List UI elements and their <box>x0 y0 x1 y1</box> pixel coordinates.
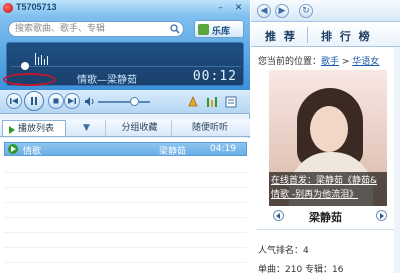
next-icon <box>68 98 76 104</box>
row-divider <box>4 247 247 248</box>
equalizer-icon[interactable] <box>205 95 219 109</box>
stop-icon <box>53 98 59 104</box>
breadcrumb-prefix: 您当前的位置： <box>258 57 322 67</box>
app-title: T5705713 <box>16 2 57 12</box>
pause-icon <box>31 97 37 105</box>
track-title: 情歌 <box>23 147 42 157</box>
row-divider <box>4 172 247 173</box>
row-divider <box>4 202 247 203</box>
back-button[interactable]: ◀ <box>257 4 271 18</box>
music-library-label: 乐库 <box>212 27 231 37</box>
seek-bar[interactable] <box>11 66 241 67</box>
tab-recommend[interactable]: 推 荐 <box>265 28 297 44</box>
volume-slider[interactable] <box>98 101 150 103</box>
playlist-tabs: 播放列表 ▼ 分组收藏 随便听听 <box>0 119 250 137</box>
spectrum-bar <box>38 57 39 65</box>
track-duration: 04:19 <box>210 144 236 154</box>
next-button[interactable] <box>64 93 80 109</box>
playing-icon <box>8 144 18 154</box>
breadcrumb-separator: > <box>339 57 353 67</box>
popularity-rank: 人气排名：4 <box>258 246 309 256</box>
artist-name: 梁静茹 <box>309 211 342 224</box>
search-box <box>8 21 184 37</box>
playback-controls <box>0 90 250 114</box>
browser-nav-bar: ◀ ▶ ↻ <box>251 0 400 22</box>
breadcrumb-link-category[interactable]: 华语女 <box>352 57 379 67</box>
spectrum-bar <box>47 56 48 65</box>
tab-random-listen[interactable]: 随便听听 <box>174 120 246 136</box>
tab-ranking[interactable]: 排 行 榜 <box>321 28 372 44</box>
browser-tabs: 推 荐 排 行 榜 <box>251 23 400 47</box>
tab-playlist[interactable]: 播放列表 <box>2 120 66 136</box>
breadcrumb: 您当前的位置：歌手 > 华语女 <box>258 54 379 67</box>
chevron-down-icon: ▼ <box>83 123 90 133</box>
play-icon <box>9 126 15 134</box>
playlist <box>0 138 250 273</box>
skin-icon[interactable] <box>186 95 200 109</box>
tab-playlist-label: 播放列表 <box>18 124 55 134</box>
music-browser-panel: ◀ ▶ ↻ 推 荐 排 行 榜 您当前的位置：歌手 > 华语女 在线首发：梁静茹… <box>251 0 400 275</box>
carousel-prev-icon[interactable] <box>273 210 284 221</box>
spectrum-bar <box>41 55 42 65</box>
spectrum-bar <box>35 53 36 65</box>
previous-button[interactable] <box>6 93 22 109</box>
track-artist: 梁静茹 <box>159 147 187 157</box>
carousel-next-icon[interactable] <box>376 210 387 221</box>
previous-icon <box>10 98 18 104</box>
title-bar[interactable]: T5705713 – ✕ <box>0 0 250 16</box>
search-icon[interactable] <box>170 24 180 34</box>
tab-divider <box>307 27 308 43</box>
lyrics-icon[interactable] <box>224 95 238 109</box>
play-time: 00:12 <box>192 69 237 84</box>
refresh-button[interactable]: ↻ <box>299 4 313 18</box>
music-player-window: T5705713 – ✕ 乐库 情歌—梁静茹 00:12 <box>0 0 250 273</box>
pause-button[interactable] <box>24 91 44 111</box>
row-divider <box>4 187 247 188</box>
row-divider <box>4 262 247 263</box>
volume-icon[interactable] <box>84 96 95 107</box>
breadcrumb-link-singer[interactable]: 歌手 <box>321 57 339 67</box>
row-divider <box>4 217 247 218</box>
search-input[interactable] <box>15 23 165 35</box>
scrollbar[interactable] <box>394 47 400 273</box>
banner-caption[interactable]: 在线首发：梁静茹《静茹& 情歌 -别再为他流泪》 <box>269 172 387 206</box>
table-row[interactable]: 情歌 梁静茹 04:19 <box>4 142 247 157</box>
featured-banner[interactable]: 在线首发：梁静茹《静茹& 情歌 -别再为他流泪》 <box>269 70 387 206</box>
playlist-menu-dropdown[interactable]: ▼ <box>68 120 106 136</box>
annotation-highlight-ring <box>3 73 56 86</box>
now-playing-title: 情歌—梁静茹 <box>77 75 137 86</box>
music-library-button[interactable]: 乐库 <box>194 20 244 38</box>
music-library-icon <box>198 24 209 35</box>
volume-knob[interactable] <box>129 97 139 106</box>
seek-knob[interactable] <box>21 62 29 70</box>
tab-grouped-favorites[interactable]: 分组收藏 <box>108 120 172 136</box>
stop-button[interactable] <box>48 93 64 109</box>
banner-caption-line1[interactable]: 在线首发：梁静茹《静茹& <box>271 174 385 188</box>
spectrum-bar <box>44 59 45 65</box>
song-album-count: 单曲：210 专辑：16 <box>258 265 344 275</box>
app-logo-icon <box>3 3 13 13</box>
artist-photo-face <box>310 106 348 152</box>
forward-button[interactable]: ▶ <box>275 4 289 18</box>
divider <box>257 229 395 230</box>
close-button[interactable]: ✕ <box>232 2 245 14</box>
row-divider <box>4 232 247 233</box>
minimize-button[interactable]: – <box>214 2 227 14</box>
banner-caption-line2[interactable]: 情歌 -别再为他流泪》 <box>271 188 385 202</box>
